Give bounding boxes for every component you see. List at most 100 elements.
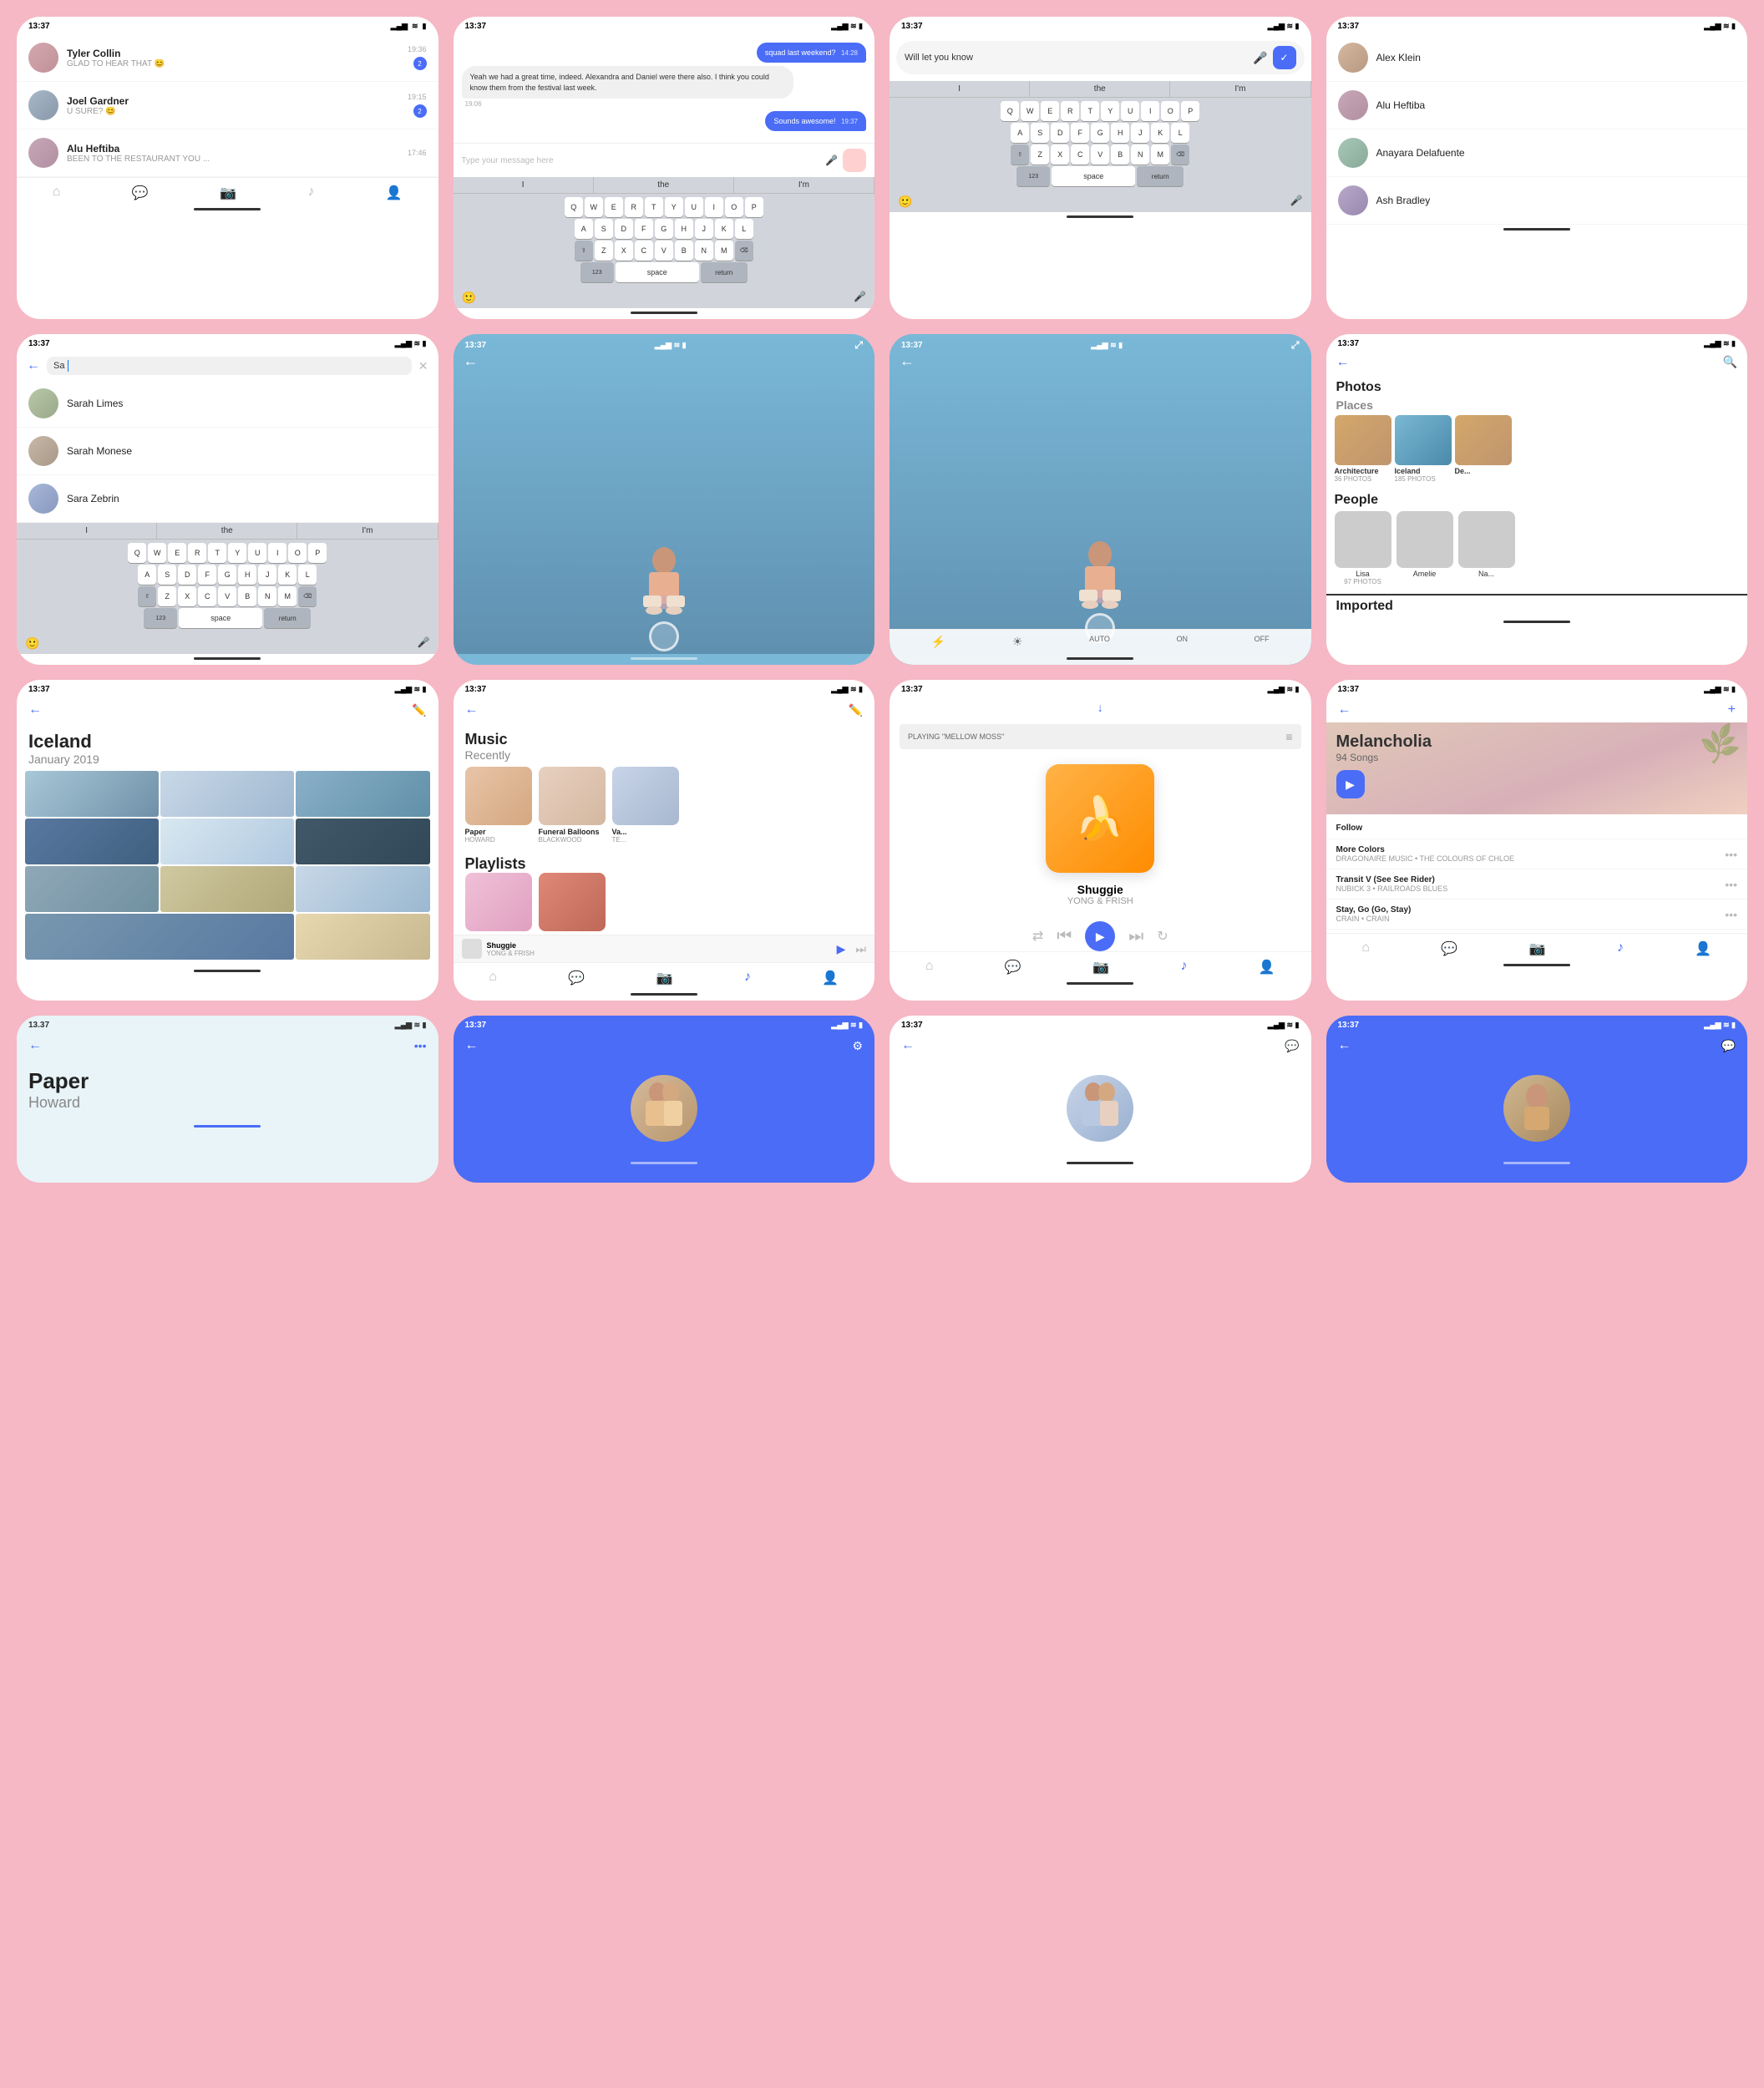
song-stay-go[interactable]: Stay, Go (Go, Stay) CRAIN • CRAIN ••• [1326, 900, 1748, 930]
sugg-i-3[interactable]: I [890, 81, 1030, 97]
mosaic-7[interactable] [25, 866, 159, 912]
k5-d[interactable]: D [178, 565, 196, 585]
edit-icon-9[interactable]: ✏️ [412, 703, 426, 717]
iceland-thumb-container[interactable]: Iceland 185 PHOTOS [1395, 415, 1452, 483]
k5-i[interactable]: I [268, 543, 286, 563]
list-icon[interactable]: ≡ [1285, 730, 1292, 743]
back-icon-14[interactable]: ← [465, 1038, 479, 1053]
k5-return[interactable]: return [264, 608, 311, 628]
contact-anayara[interactable]: Anayara Delafuente [1326, 129, 1748, 177]
contact-alu2[interactable]: Alu Heftiba [1326, 82, 1748, 129]
down-icon[interactable]: ↓ [1097, 701, 1103, 714]
more-icon-13[interactable]: ••• [414, 1039, 427, 1052]
song-transit[interactable]: Transit V (See See Rider) NUBICK 3 • RAI… [1326, 869, 1748, 900]
k3-c[interactable]: C [1071, 144, 1089, 165]
mosaic-6[interactable] [296, 818, 429, 864]
back-icon-10[interactable]: ← [465, 702, 479, 717]
emoji-icon-5[interactable]: 🙂 [25, 636, 39, 651]
key-l[interactable]: L [735, 219, 753, 239]
result-sara-zebrin[interactable]: Sara Zebrin [17, 475, 438, 523]
message-item-tyler[interactable]: Tyler Collin GLAD TO HEAR THAT 😊 19:36 2 [17, 34, 438, 82]
chat-icon-15[interactable]: 💬 [1285, 1039, 1299, 1053]
k5-y[interactable]: Y [228, 543, 246, 563]
sugg-im[interactable]: I'm [734, 177, 874, 193]
key-q[interactable]: Q [565, 197, 583, 217]
tab-chat[interactable]: 💬 [132, 185, 149, 201]
tab-home[interactable]: ⌂ [53, 185, 61, 201]
sugg-the-3[interactable]: the [1030, 81, 1170, 97]
k5-c[interactable]: C [198, 586, 216, 606]
key-d[interactable]: D [615, 219, 633, 239]
sugg-the[interactable]: the [594, 177, 734, 193]
mel-play-btn[interactable]: ▶ [1336, 770, 1365, 798]
tab-chat-10[interactable]: 💬 [568, 970, 585, 986]
k3-g[interactable]: G [1091, 123, 1109, 143]
tab-person[interactable]: 👤 [386, 185, 403, 201]
contact-alex[interactable]: Alex Klein [1326, 34, 1748, 82]
key-123[interactable]: 123 [580, 262, 614, 282]
mosaic-3[interactable] [296, 771, 429, 817]
k3-u[interactable]: U [1121, 101, 1139, 121]
mic-icon-kb-3[interactable]: 🎤 [1290, 195, 1303, 209]
k3-f[interactable]: F [1071, 123, 1089, 143]
result-sarah-monese[interactable]: Sarah Monese [17, 428, 438, 475]
mini-play-btn[interactable]: ▶ [837, 942, 846, 956]
auto-label[interactable]: AUTO [1089, 635, 1110, 649]
sugg-i[interactable]: I [454, 177, 594, 193]
k3-t[interactable]: T [1081, 101, 1099, 121]
k3-h[interactable]: H [1111, 123, 1129, 143]
back-icon-8[interactable]: ← [1336, 355, 1350, 370]
album-paper[interactable]: Paper HOWARD [465, 767, 532, 844]
back-icon-12[interactable]: ← [1338, 702, 1351, 717]
mic-icon-kb-5[interactable]: 🎤 [418, 636, 430, 651]
mic-icon-voice[interactable]: 🎤 [1253, 51, 1267, 65]
k5-h[interactable]: H [238, 565, 256, 585]
key-u[interactable]: U [685, 197, 703, 217]
send-button-blue[interactable]: ✓ [1273, 46, 1296, 69]
song-more-colors[interactable]: More Colors DRAGONAIRE MUSIC • THE COLOU… [1326, 839, 1748, 869]
sugg-im-3[interactable]: I'm [1170, 81, 1310, 97]
person-lisa[interactable]: Lisa 97 PHOTOS [1335, 511, 1391, 585]
k5-r[interactable]: R [188, 543, 206, 563]
k5-o[interactable]: O [288, 543, 307, 563]
k3-r[interactable]: R [1061, 101, 1079, 121]
tab-camera-11[interactable]: 📷 [1092, 959, 1109, 976]
key-backspace[interactable]: ⌫ [735, 241, 753, 261]
k3-m[interactable]: M [1151, 144, 1169, 165]
mosaic-11[interactable] [296, 914, 429, 960]
k3-k[interactable]: K [1151, 123, 1169, 143]
k5-p[interactable]: P [308, 543, 327, 563]
on-label[interactable]: ON [1177, 635, 1189, 649]
k5-q[interactable]: Q [128, 543, 146, 563]
back-icon-16[interactable]: ← [1338, 1038, 1351, 1053]
back-icon-6[interactable]: ← [464, 352, 479, 370]
k3-shift[interactable]: ⇧ [1011, 144, 1029, 165]
send-button[interactable] [843, 149, 866, 172]
k5-123[interactable]: 123 [144, 608, 177, 628]
mic-icon-kb[interactable]: 🎤 [854, 291, 866, 305]
mic-icon[interactable]: 🎤 [825, 155, 838, 166]
k5-l[interactable]: L [298, 565, 317, 585]
sugg-the-5[interactable]: the [157, 523, 297, 539]
mosaic-2[interactable] [160, 771, 294, 817]
sun-icon[interactable]: ☀ [1012, 635, 1023, 649]
k5-back[interactable]: ⌫ [298, 586, 317, 606]
voice-input-container[interactable]: Will let you know 🎤 ✓ [896, 41, 1305, 74]
k5-t[interactable]: T [208, 543, 226, 563]
key-m[interactable]: M [715, 241, 733, 261]
chat-icon-16[interactable]: 💬 [1721, 1039, 1736, 1053]
mosaic-1[interactable] [25, 771, 159, 817]
message-item-joel[interactable]: Joel Gardner U SURE? 😊 19:15 2 [17, 82, 438, 129]
sugg-im-5[interactable]: I'm [297, 523, 438, 539]
k3-z[interactable]: Z [1031, 144, 1049, 165]
clear-icon[interactable]: ✕ [418, 359, 428, 373]
k5-w[interactable]: W [148, 543, 166, 563]
edit-icon-10[interactable]: ✏️ [849, 703, 863, 717]
mosaic-5[interactable] [160, 818, 294, 864]
k5-v[interactable]: V [218, 586, 236, 606]
k3-j[interactable]: J [1131, 123, 1149, 143]
k3-d[interactable]: D [1051, 123, 1069, 143]
key-x[interactable]: X [615, 241, 633, 261]
key-a[interactable]: A [575, 219, 593, 239]
tab-person-12[interactable]: 👤 [1695, 940, 1711, 957]
